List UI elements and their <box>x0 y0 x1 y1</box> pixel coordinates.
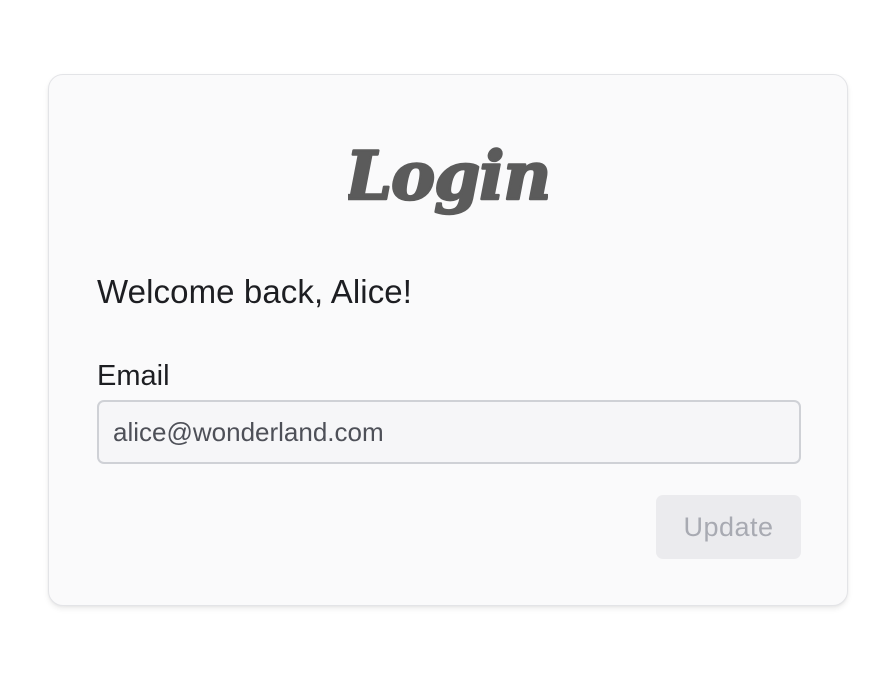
login-card: Login Welcome back, Alice! Email Update <box>48 74 848 606</box>
update-button[interactable]: Update <box>656 495 801 559</box>
login-logo-wordmark: Login <box>348 136 548 217</box>
welcome-message: Welcome back, Alice! <box>97 273 413 310</box>
login-logo: Login <box>49 133 847 243</box>
login-logo-text: Login <box>348 137 548 215</box>
email-label: Email <box>97 360 170 392</box>
email-input[interactable] <box>97 400 801 464</box>
